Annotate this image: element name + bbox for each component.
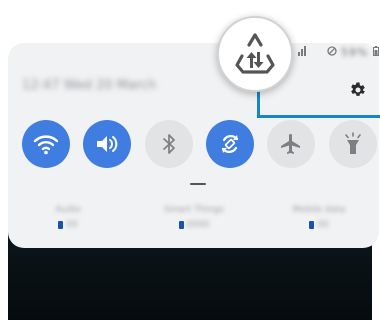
mobile-data-callout [217,16,293,92]
airplane-mode-toggle[interactable] [267,120,315,168]
wifi-toggle[interactable] [22,120,70,168]
device-smart-things[interactable]: Smart Things 0000 [148,205,240,230]
callout-leader-line [257,88,380,118]
device-smart-things-value: 0000 [186,220,210,230]
volume-icon [97,136,118,152]
bluetooth-toggle[interactable] [145,120,193,168]
rotate-icon [221,135,239,153]
panel-expand-handle[interactable] [190,183,206,185]
device-audio-value: 00 [66,220,78,230]
status-bar: 59% [298,46,379,59]
device-mobile-data[interactable]: Mobile data 00 [284,205,354,230]
device-indicator-icon [178,221,184,229]
flashlight-toggle[interactable] [329,120,377,168]
device-audio[interactable]: Audio 00 [40,205,96,230]
device-indicator-icon [58,221,64,229]
device-smart-things-label: Smart Things [164,205,224,215]
sound-toggle[interactable] [83,120,131,168]
device-mobile-data-value: 00 [317,220,329,230]
device-indicator-icon [309,221,315,229]
signal-icon [298,46,306,56]
flashlight-icon [345,132,361,154]
date-time-label: 12:47 Wed 20 March [22,78,157,93]
mobile-data-icon [235,33,275,74]
auto-rotate-toggle[interactable] [206,120,254,168]
device-mobile-data-label: Mobile data [292,205,346,215]
airplane-icon [281,134,300,154]
wifi-icon [33,135,59,155]
bluetooth-icon [163,134,175,154]
do-not-disturb-icon [326,46,337,56]
battery-icon [372,46,379,56]
device-audio-label: Audio [55,205,81,215]
battery-percent: 59% [341,46,369,59]
